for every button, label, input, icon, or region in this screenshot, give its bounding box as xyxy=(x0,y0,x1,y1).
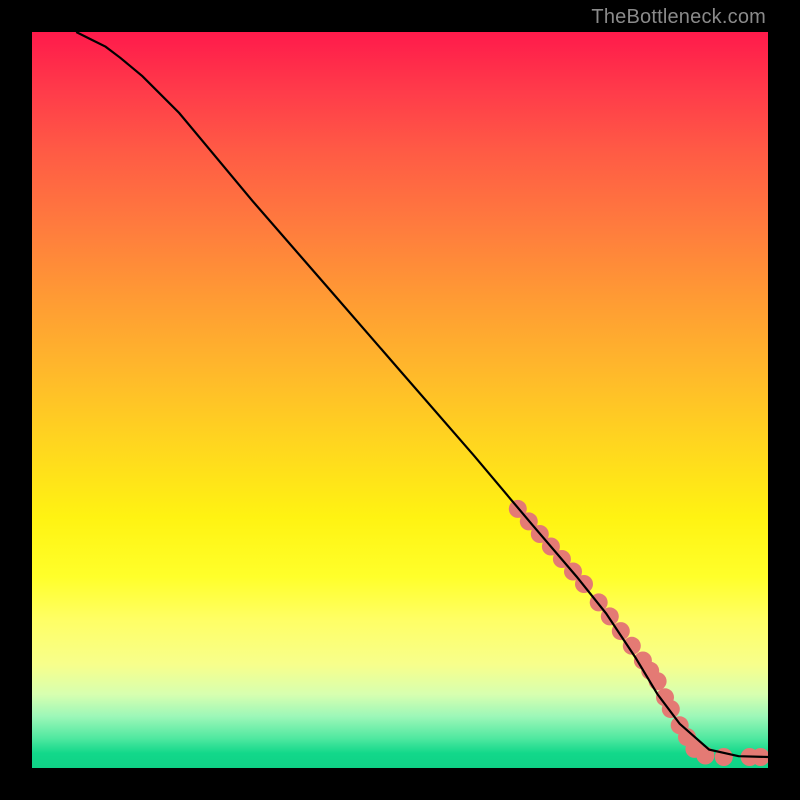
scatter-dot xyxy=(662,700,680,718)
scatter-dot xyxy=(575,575,593,593)
scatter-dot xyxy=(656,688,674,706)
main-curve xyxy=(76,32,768,757)
scatter-dot xyxy=(623,637,641,655)
scatter-dot xyxy=(752,748,768,766)
scatter-dots xyxy=(509,500,768,766)
plot-area xyxy=(32,32,768,768)
scatter-dot xyxy=(741,748,759,766)
scatter-dot xyxy=(590,593,608,611)
scatter-dot xyxy=(715,748,733,766)
scatter-dot xyxy=(520,512,538,530)
scatter-dot xyxy=(678,728,696,746)
watermark-text: TheBottleneck.com xyxy=(591,6,766,29)
scatter-dot xyxy=(542,538,560,556)
scatter-dot xyxy=(685,740,703,758)
scatter-dot xyxy=(509,500,527,518)
scatter-dot xyxy=(634,652,652,670)
scatter-dot xyxy=(612,622,630,640)
scatter-dot xyxy=(649,672,667,690)
chart-svg xyxy=(32,32,768,768)
scatter-dot xyxy=(531,525,549,543)
chart-frame: TheBottleneck.com xyxy=(0,0,800,800)
scatter-dot xyxy=(696,747,714,765)
scatter-dot xyxy=(641,662,659,680)
scatter-dot xyxy=(553,550,571,568)
scatter-dot xyxy=(671,716,689,734)
scatter-dot xyxy=(601,607,619,625)
scatter-dot xyxy=(564,563,582,581)
